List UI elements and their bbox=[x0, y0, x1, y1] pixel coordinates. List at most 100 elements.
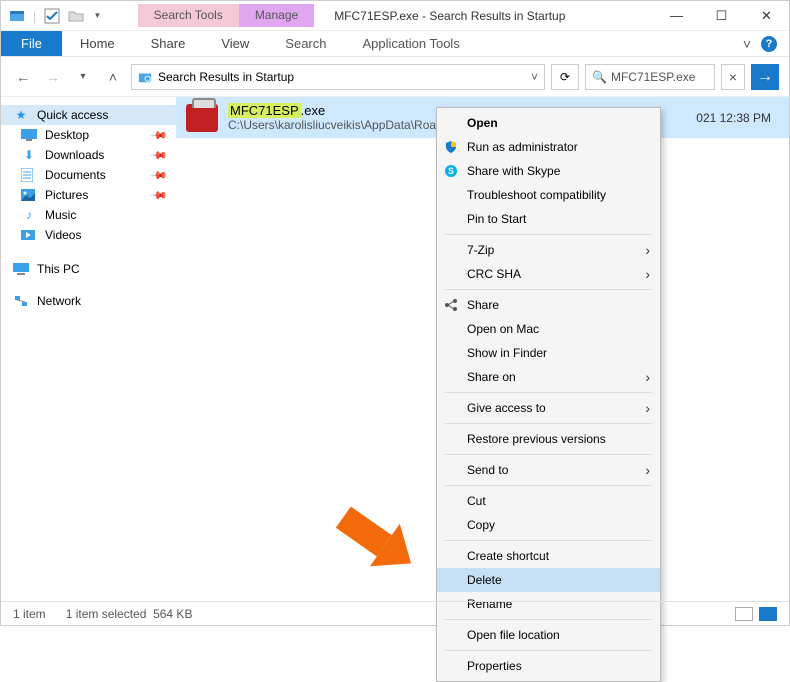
status-selected: 1 item selected 564 KB bbox=[66, 607, 193, 621]
quick-access-label: Quick access bbox=[37, 108, 108, 122]
manage-tab[interactable]: Manage bbox=[239, 4, 314, 26]
ctx-properties[interactable]: Properties bbox=[437, 654, 660, 678]
home-tab[interactable]: Home bbox=[62, 31, 133, 56]
sidebar-item-documents[interactable]: Documents 📌 bbox=[1, 165, 176, 185]
ctx-label: Give access to bbox=[467, 401, 546, 415]
pc-icon bbox=[13, 263, 29, 275]
ctx-separator bbox=[445, 423, 652, 424]
network[interactable]: Network bbox=[1, 291, 176, 311]
checkbox-icon[interactable] bbox=[44, 8, 60, 24]
ctx-label: Send to bbox=[467, 463, 508, 477]
ctx-share-on[interactable]: Share on› bbox=[437, 365, 660, 389]
toolbox-icon bbox=[186, 104, 218, 132]
search-tools-tab[interactable]: Search Tools bbox=[138, 4, 239, 26]
up-button[interactable]: ˄ bbox=[101, 65, 125, 89]
ctx-copy[interactable]: Copy bbox=[437, 513, 660, 537]
ctx-label: 7-Zip bbox=[467, 243, 494, 257]
details-view-button[interactable] bbox=[735, 607, 753, 621]
forward-button[interactable]: → bbox=[41, 65, 65, 89]
search-icon: 🔍 bbox=[592, 70, 607, 84]
star-icon: ★ bbox=[13, 108, 29, 122]
ctx-open[interactable]: Open bbox=[437, 111, 660, 135]
search-tab[interactable]: Search bbox=[267, 31, 344, 56]
ctx-open-mac[interactable]: Open on Mac bbox=[437, 317, 660, 341]
skype-icon: S bbox=[443, 163, 459, 179]
qat-dropdown-icon[interactable]: ▾ bbox=[95, 10, 100, 21]
icons-view-button[interactable] bbox=[759, 607, 777, 621]
pin-icon: 📌 bbox=[150, 166, 169, 185]
ribbon-expand-icon[interactable]: ˅ bbox=[743, 36, 751, 52]
view-tab[interactable]: View bbox=[203, 31, 267, 56]
sidebar-item-pictures[interactable]: Pictures 📌 bbox=[1, 185, 176, 205]
ctx-label: CRC SHA bbox=[467, 267, 521, 281]
help-icon[interactable]: ? bbox=[761, 36, 777, 52]
ctx-crc[interactable]: CRC SHA › bbox=[437, 262, 660, 286]
extension-text: .exe bbox=[301, 103, 326, 118]
sidebar-item-videos[interactable]: Videos bbox=[1, 225, 176, 245]
maximize-button[interactable]: ☐ bbox=[699, 1, 744, 31]
search-input[interactable]: 🔍 MFC71ESP.exe bbox=[585, 64, 715, 90]
go-button[interactable]: → bbox=[751, 64, 779, 90]
highlight-text: MFC71ESP bbox=[228, 103, 301, 118]
ctx-label: Open bbox=[467, 116, 498, 130]
ribbon-tabs: File Home Share View Search Application … bbox=[1, 31, 789, 57]
apptools-tab[interactable]: Application Tools bbox=[345, 31, 478, 56]
ctx-label: Open on Mac bbox=[467, 322, 539, 336]
ctx-label: Open file location bbox=[467, 628, 560, 642]
chevron-right-icon: › bbox=[645, 369, 650, 385]
minimize-button[interactable]: — bbox=[654, 1, 699, 31]
ctx-send-to[interactable]: Send to› bbox=[437, 458, 660, 482]
result-date: 021 12:38 PM bbox=[696, 111, 779, 125]
sidebar-item-desktop[interactable]: Desktop 📌 bbox=[1, 125, 176, 145]
this-pc[interactable]: This PC bbox=[1, 259, 176, 279]
ctx-label: Show in Finder bbox=[467, 346, 547, 360]
ctx-share[interactable]: Share bbox=[437, 293, 660, 317]
clear-search-button[interactable]: × bbox=[721, 64, 745, 90]
address-box[interactable]: Search Results in Startup ˅ bbox=[131, 64, 545, 90]
desktop-icon bbox=[21, 129, 37, 141]
address-dropdown-icon[interactable]: ˅ bbox=[531, 70, 538, 84]
ctx-label: Restore previous versions bbox=[467, 432, 606, 446]
ctx-label: Copy bbox=[467, 518, 495, 532]
ctx-label: Troubleshoot compatibility bbox=[467, 188, 606, 202]
quick-access-toolbar: | ▾ bbox=[1, 8, 108, 24]
ctx-label: Share bbox=[467, 298, 499, 312]
sidebar-item-music[interactable]: ♪ Music bbox=[1, 205, 176, 225]
sidebar-item-downloads[interactable]: ⬇ Downloads 📌 bbox=[1, 145, 176, 165]
ctx-delete[interactable]: Delete bbox=[437, 568, 660, 592]
ctx-give-access[interactable]: Give access to› bbox=[437, 396, 660, 420]
pin-icon: 📌 bbox=[150, 146, 169, 165]
network-label: Network bbox=[37, 294, 81, 308]
close-button[interactable]: ✕ bbox=[744, 1, 789, 31]
status-bar: 1 item 1 item selected 564 KB bbox=[1, 601, 789, 625]
ctx-open-location[interactable]: Open file location bbox=[437, 623, 660, 647]
share-tab[interactable]: Share bbox=[133, 31, 204, 56]
ctx-cut[interactable]: Cut bbox=[437, 489, 660, 513]
ctx-separator bbox=[445, 454, 652, 455]
ctx-label: Cut bbox=[467, 494, 486, 508]
ribbon-right: ˅ ? bbox=[743, 31, 789, 56]
ctx-share-skype[interactable]: S Share with Skype bbox=[437, 159, 660, 183]
ctx-restore[interactable]: Restore previous versions bbox=[437, 427, 660, 451]
chevron-right-icon: › bbox=[645, 266, 650, 282]
quick-access[interactable]: ★ Quick access bbox=[1, 105, 176, 125]
ctx-label: Delete bbox=[467, 573, 502, 587]
ctx-show-finder[interactable]: Show in Finder bbox=[437, 341, 660, 365]
ctx-run-admin[interactable]: Run as administrator bbox=[437, 135, 660, 159]
downloads-icon: ⬇ bbox=[21, 148, 37, 162]
recent-dropdown-icon[interactable]: ▾ bbox=[71, 65, 95, 89]
context-menu: Open Run as administrator S Share with S… bbox=[436, 107, 661, 682]
back-button[interactable]: ← bbox=[11, 65, 35, 89]
refresh-button[interactable]: ⟳ bbox=[551, 64, 579, 90]
search-text: MFC71ESP.exe bbox=[611, 70, 696, 84]
ctx-pin-start[interactable]: Pin to Start bbox=[437, 207, 660, 231]
ctx-separator bbox=[445, 392, 652, 393]
file-tab[interactable]: File bbox=[1, 31, 62, 56]
ctx-7zip[interactable]: 7-Zip› bbox=[437, 238, 660, 262]
folder-qat-icon[interactable] bbox=[68, 8, 84, 24]
contextual-tabs: Search Tools Manage bbox=[138, 4, 315, 26]
sidebar-item-label: Downloads bbox=[45, 148, 104, 162]
videos-icon bbox=[21, 230, 37, 240]
ctx-shortcut[interactable]: Create shortcut bbox=[437, 544, 660, 568]
ctx-troubleshoot[interactable]: Troubleshoot compatibility bbox=[437, 183, 660, 207]
